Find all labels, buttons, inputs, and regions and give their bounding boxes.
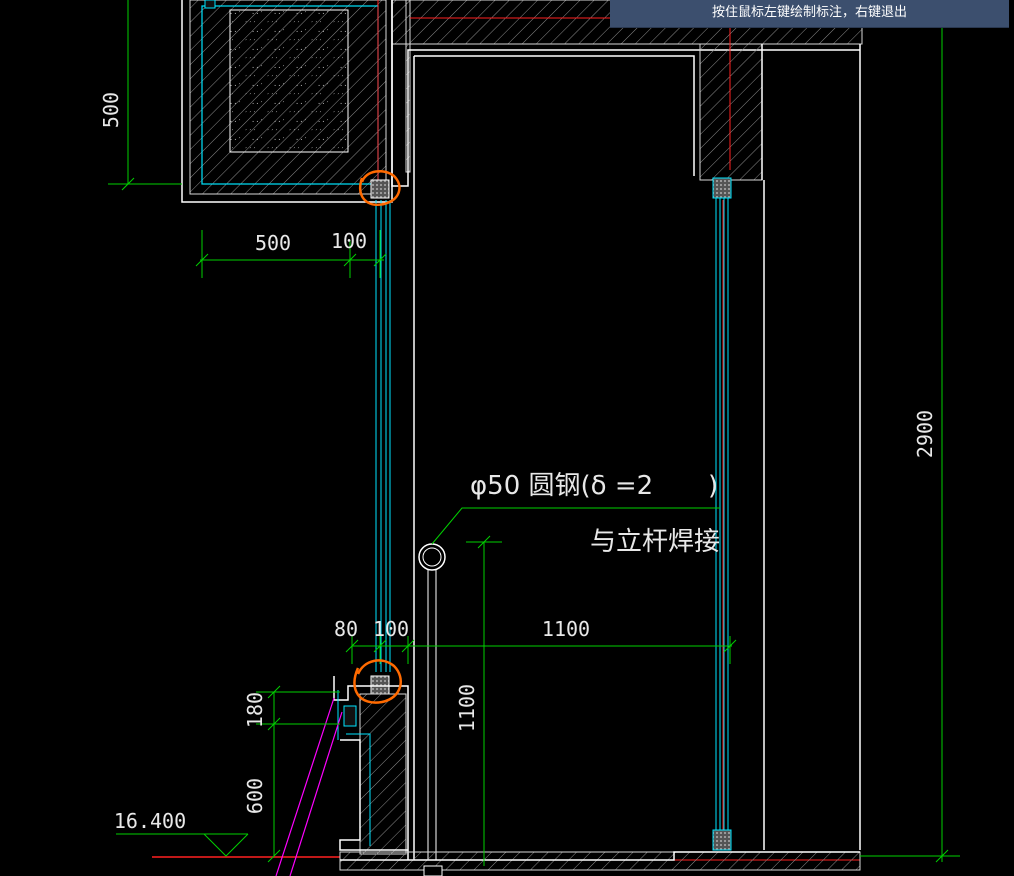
- status-tooltip: 按住鼠标左键绘制标注，右键退出: [610, 0, 1009, 28]
- dim-500-horizontal: 500: [255, 231, 291, 255]
- annotation-line1-close: ): [708, 471, 718, 501]
- dim-180: 180: [243, 692, 267, 728]
- dim-1100-vertical: 1100: [455, 684, 479, 732]
- annotation-line1: φ50 圆钢(δ =2: [470, 471, 653, 501]
- top-left-beam: [181, 0, 393, 203]
- elevation-label: 16.400: [114, 809, 186, 833]
- dim-80: 80: [334, 617, 358, 641]
- railing-post: [418, 543, 446, 860]
- dim-500-vertical: 500: [99, 92, 123, 128]
- magenta-lines: [275, 697, 343, 876]
- dim-100-top: 100: [331, 229, 367, 253]
- dim-600: 600: [243, 778, 267, 814]
- dim-100-bottom: 100: [373, 617, 409, 641]
- cad-drawing-canvas[interactable]: ′′′ ··′: [0, 0, 1014, 876]
- annotation-line2: 与立杆焊接: [590, 527, 720, 557]
- bottom-parapet: [333, 676, 861, 876]
- dim-1100-horizontal: 1100: [542, 617, 590, 641]
- dim-2900: 2900: [913, 410, 937, 458]
